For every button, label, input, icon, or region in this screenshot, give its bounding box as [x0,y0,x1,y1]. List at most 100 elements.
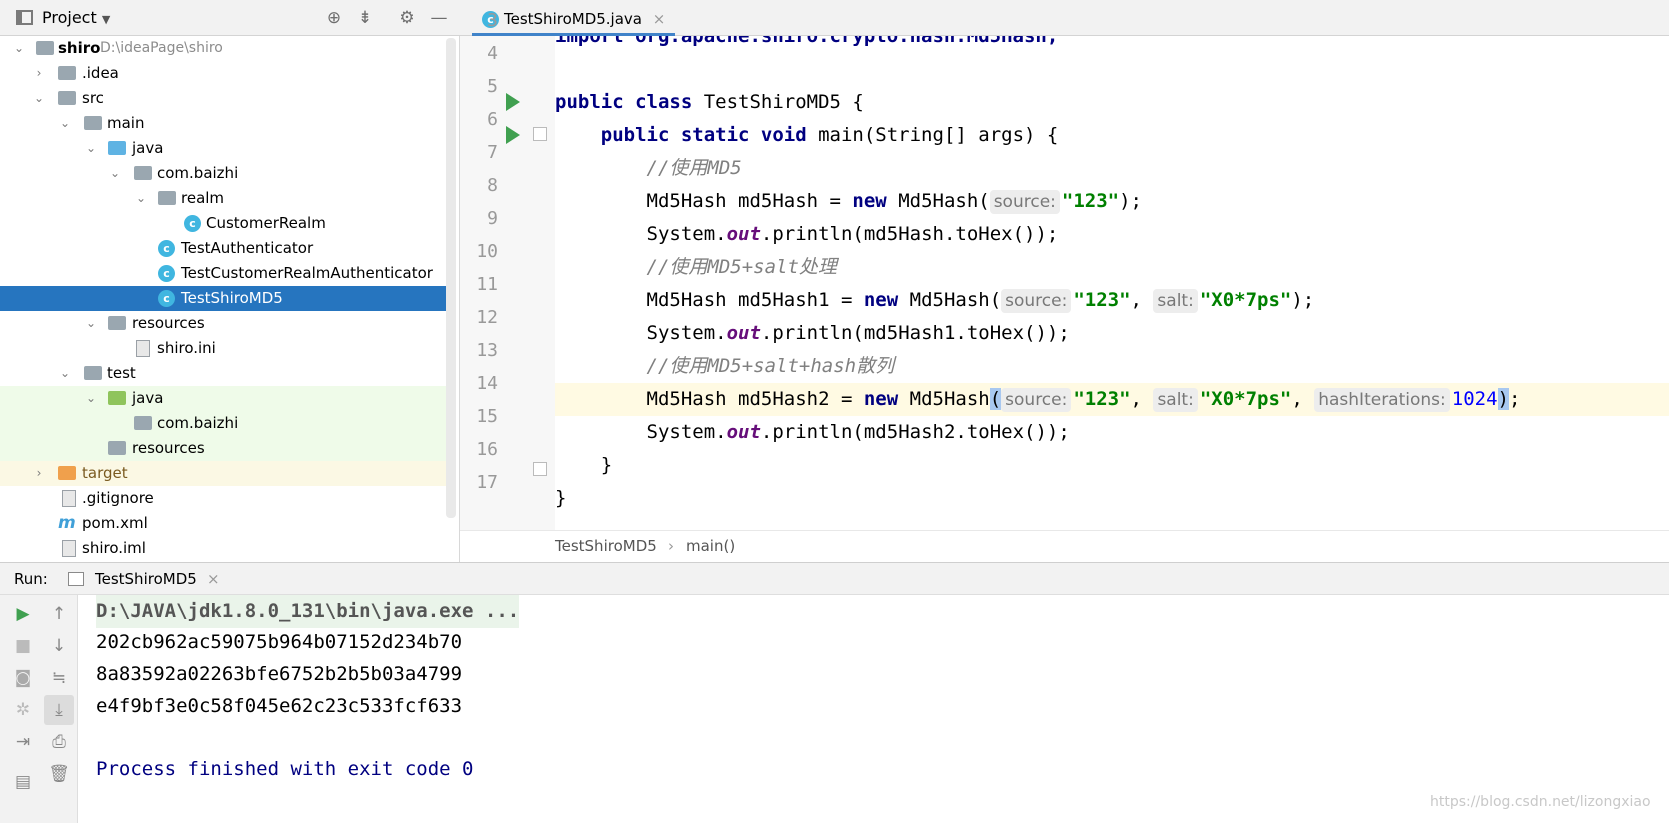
code-line: public static void main(String[] args) { [555,119,1669,152]
tree-item-test-java[interactable]: ⌄ java [0,386,446,411]
code-text: } [555,487,567,509]
down-arrow-icon[interactable]: ↓ [48,635,70,657]
minimize-icon[interactable]: — [430,9,448,27]
keyword: new [863,388,899,410]
parameter-hint: source: [1001,387,1072,412]
chevron-right-icon[interactable]: › [32,461,46,486]
code-line: System.out.println(md5Hash.toHex()); [555,218,1669,251]
code-line: } [555,449,1669,482]
run-tab[interactable]: TestShiroMD5 [95,563,197,595]
run-method-icon[interactable] [506,126,520,144]
tree-item-testcustomerrealmauthenticator[interactable]: c TestCustomerRealmAuthenticator [0,261,446,286]
close-icon[interactable]: × [653,10,666,28]
tree-item-shiro-iml[interactable]: shiro.iml [0,536,446,561]
parameter-hint: salt: [1153,288,1198,313]
code-editor[interactable]: import org.apache.shiro.crypto.hash.Md5H… [555,36,1669,530]
chevron-down-icon[interactable]: ⌄ [108,161,122,186]
chevron-right-icon[interactable]: › [32,61,46,86]
tree-item-shiro[interactable]: ⌄ shiro D:\ideaPage\shiro [0,36,446,61]
code-text: Md5Hash md5Hash2 = [555,388,864,410]
fold-icon[interactable] [533,127,547,141]
code-text: } [555,454,613,476]
collapse-all-icon[interactable]: ⇟ [356,9,374,27]
line-number: 13 [476,340,498,361]
settings-icon[interactable]: ✲ [12,699,34,721]
tree-item-testauthenticator[interactable]: c TestAuthenticator [0,236,446,261]
chevron-down-icon[interactable]: ⌄ [84,136,98,161]
code-line: } [555,482,1669,515]
rerun-icon[interactable]: ▶ [12,603,34,625]
up-arrow-icon[interactable]: ↑ [48,603,70,625]
scroll-to-end-icon[interactable]: ⤓ [44,695,74,725]
gear-icon[interactable]: ⚙ [398,9,416,27]
trash-icon[interactable]: 🗑 [48,763,70,785]
layout-icon[interactable]: ▤ [12,771,34,793]
tree-item-test-resources[interactable]: resources [0,436,446,461]
tree-item-label: realm [181,189,225,207]
line-number: 12 [476,307,498,328]
tree-item-customerrealm[interactable]: c CustomerRealm [0,211,446,236]
stop-icon[interactable]: ■ [12,635,34,657]
string-literal: "123" [1073,289,1131,311]
tree-item-pom[interactable]: m pom.xml [0,511,446,536]
string-literal: "X0*7ps" [1199,388,1292,410]
chevron-down-icon[interactable]: ⌄ [58,111,72,136]
chevron-down-icon[interactable]: ⌄ [84,311,98,336]
resources-folder-icon [108,316,126,330]
tree-item-testshiromd5[interactable]: c TestShiroMD5 [0,286,446,311]
console-output[interactable]: D:\JAVA\jdk1.8.0_131\bin\java.exe ... 20… [80,595,1669,823]
camera-icon[interactable]: ◙ [12,667,34,689]
parameter-hint: salt: [1153,387,1198,412]
breadcrumb-method[interactable]: main() [686,531,735,562]
string-literal: "123" [1073,388,1131,410]
close-icon[interactable]: × [207,563,220,595]
project-scrollbar[interactable] [446,38,456,518]
chevron-down-icon[interactable]: ⌄ [134,186,148,211]
tab-testshiromd5[interactable]: c TestShiroMD5.java × [472,4,676,36]
package-icon [134,166,152,180]
tree-item-label: java [132,389,164,407]
project-view-selector[interactable]: Project ▼ [42,0,110,38]
tree-item-gitignore[interactable]: .gitignore [0,486,446,511]
tree-item-test[interactable]: ⌄ test [0,361,446,386]
tree-item-label: resources [132,314,205,332]
import-statement: import org.apache.shiro.crypto.hash.Md5H… [555,36,1059,47]
line-number: 4 [487,43,498,64]
tree-item-resources[interactable]: ⌄ resources [0,311,446,336]
tree-item-package[interactable]: ⌄ com.baizhi [0,161,446,186]
code-text: Md5Hash( [886,190,990,212]
tree-item-shiro-ini[interactable]: shiro.ini [0,336,446,361]
line-number: 9 [487,208,498,229]
tree-item-java[interactable]: ⌄ java [0,136,446,161]
tree-item-label: com.baizhi [157,414,239,432]
tree-item-src[interactable]: ⌄ src [0,86,446,111]
chevron-right-icon: › [668,537,674,555]
chevron-down-icon[interactable]: ⌄ [32,86,46,111]
tree-item-realm[interactable]: ⌄ realm [0,186,446,211]
chevron-down-icon[interactable]: ⌄ [58,361,72,386]
console-command-line: D:\JAVA\jdk1.8.0_131\bin\java.exe ... [96,595,520,628]
breadcrumb-class[interactable]: TestShiroMD5 [555,531,657,562]
print-icon[interactable]: ⎙ [48,731,70,753]
chevron-down-icon[interactable]: ⌄ [84,386,98,411]
tree-item-test-package[interactable]: com.baizhi [0,411,446,436]
chevron-down-icon: ▼ [101,13,111,26]
parameter-hint: hashIterations: [1314,387,1450,412]
tree-item-main[interactable]: ⌄ main [0,111,446,136]
tree-item-idea[interactable]: › .idea [0,61,446,86]
file-icon [62,490,76,507]
comment: //使用MD5 [555,157,742,179]
locate-icon[interactable]: ⊕ [325,9,343,27]
code-text: ); [1291,289,1315,311]
soft-wrap-icon[interactable]: ≒ [48,667,70,689]
chevron-down-icon[interactable]: ⌄ [12,36,26,61]
class-icon: c [158,240,175,257]
run-class-icon[interactable] [506,93,520,111]
file-icon [136,340,150,357]
exit-icon[interactable]: ⇥ [12,731,34,753]
console-line: e4f9bf3e0c58f045e62c23c533fcf633 [96,695,463,717]
console-line: 202cb962ac59075b964b07152d234b70 [96,631,463,653]
code-text: , [1291,388,1315,410]
tree-item-target[interactable]: › target [0,461,446,486]
fold-icon[interactable] [533,462,547,476]
